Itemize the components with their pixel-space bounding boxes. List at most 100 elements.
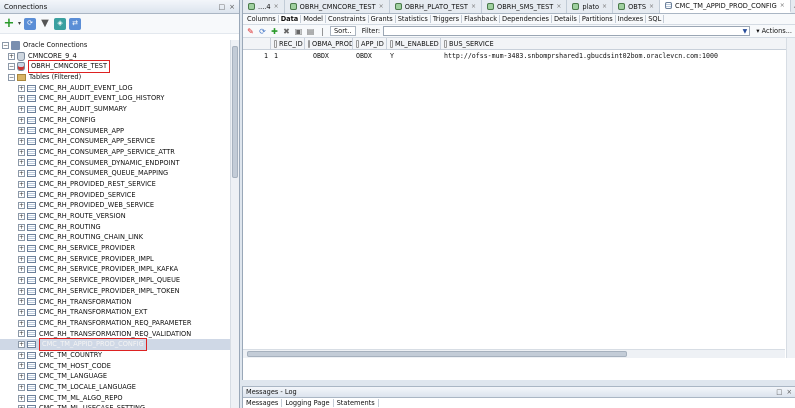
expand-icon[interactable]: + <box>18 255 25 263</box>
expand-icon[interactable]: + <box>18 148 25 156</box>
tab-constraints[interactable]: Constraints <box>326 15 369 23</box>
collapse-icon[interactable]: − <box>8 63 15 71</box>
tree-item-table[interactable]: + CMC_RH_SERVICE_PROVIDER_IMPL_KAFKA <box>0 264 230 275</box>
expand-icon[interactable]: + <box>18 138 25 146</box>
column-pin-icon[interactable] <box>308 39 310 48</box>
tree-item-table[interactable]: + CMC_RH_PROVIDED_REST_SERVICE <box>0 179 230 190</box>
tree-item[interactable]: − OBRH_CMNCORE_TEST <box>0 60 230 74</box>
document-tab[interactable]: OBTS × <box>613 0 661 13</box>
expand-icon[interactable]: + <box>8 52 15 60</box>
tree-item-table[interactable]: + CMC_RH_CONSUMER_DYNAMIC_ENDPOINT <box>0 158 230 169</box>
expand-icon[interactable]: + <box>18 170 25 178</box>
chevron-down-icon[interactable]: ▼ <box>743 28 748 35</box>
column-pin-icon[interactable] <box>390 39 393 48</box>
filter-icon[interactable]: ▼ <box>39 18 51 30</box>
scrollbar-thumb[interactable] <box>232 46 238 178</box>
expand-icon[interactable]: + <box>18 383 25 391</box>
expand-icon[interactable]: + <box>18 362 25 370</box>
expand-icon[interactable]: + <box>18 266 25 274</box>
sort-button[interactable]: Sort.. <box>330 26 356 36</box>
column-header[interactable]: APP_ID <box>353 38 387 50</box>
expand-icon[interactable]: + <box>18 212 25 220</box>
tree-item-table[interactable]: + CMC_RH_CONSUMER_APP_SERVICE_ATTR <box>0 147 230 158</box>
tree-item-table[interactable]: + CMC_RH_TRANSFORMATION <box>0 297 230 308</box>
expand-icon[interactable]: + <box>18 309 25 317</box>
grid-cell[interactable]: http://ofss-mum-3483.snbomprshared1.gbuc… <box>441 52 795 60</box>
tree-item-table[interactable]: + CMC_RH_SERVICE_PROVIDER <box>0 243 230 254</box>
close-icon[interactable]: × <box>649 3 654 10</box>
column-pin-icon[interactable] <box>274 39 277 48</box>
tree-item-table[interactable]: + CMC_TM_COUNTRY <box>0 350 230 361</box>
document-tab[interactable]: ....4 × <box>243 0 285 13</box>
tab-statements[interactable]: Statements <box>334 399 379 407</box>
close-icon[interactable]: × <box>379 3 384 10</box>
tab-logging-page[interactable]: Logging Page <box>282 399 334 407</box>
expand-icon[interactable]: + <box>18 341 25 349</box>
document-tab[interactable]: plato × <box>567 0 614 13</box>
column-pin-icon[interactable] <box>356 39 359 48</box>
grid-cell[interactable]: Y <box>387 52 441 60</box>
close-icon[interactable]: × <box>786 388 792 396</box>
tree-item-table[interactable]: +CMC_TM_ML_USECASE_SETTING <box>0 403 230 408</box>
maximize-icon[interactable]: □ <box>776 388 782 396</box>
refresh-icon[interactable]: ⟳ <box>24 17 37 30</box>
scrollbar-thumb[interactable] <box>247 351 627 357</box>
tree-item-table[interactable]: + CMC_RH_PROVIDED_SERVICE <box>0 190 230 201</box>
grid-cell[interactable]: OBDX <box>305 52 353 60</box>
tree-item-table[interactable]: + CMC_TM_LANGUAGE <box>0 371 230 382</box>
tree-item-table[interactable]: + CMC_TM_ML_ALGO_REPO <box>0 393 230 404</box>
insert-row-icon[interactable]: ✚ <box>270 27 279 36</box>
tab-columns[interactable]: Columns <box>245 15 279 23</box>
document-tab[interactable]: OBRH_CMNCORE_TEST × <box>285 0 390 13</box>
tab-partitions[interactable]: Partitions <box>580 15 616 23</box>
close-icon[interactable]: × <box>556 3 561 10</box>
grid-cell[interactable]: OBDX <box>353 52 387 60</box>
column-header[interactable]: REC_ID <box>271 38 305 50</box>
expand-icon[interactable]: + <box>18 105 25 113</box>
close-icon[interactable]: × <box>274 3 279 10</box>
expand-icon[interactable]: + <box>18 223 25 231</box>
tree-item-table[interactable]: + CMC_RH_TRANSFORMATION_EXT <box>0 307 230 318</box>
document-tab[interactable]: CMC_TM_APPID_PROD_CONFIG × <box>660 0 791 13</box>
tab-dependencies[interactable]: Dependencies <box>500 15 552 23</box>
schema-browser-icon[interactable]: ◈ <box>54 17 67 30</box>
tree-item[interactable]: − Tables (Filtered) <box>0 72 230 83</box>
expand-icon[interactable]: + <box>18 127 25 135</box>
tab-statistics[interactable]: Statistics <box>396 15 431 23</box>
tree-item-table[interactable]: + CMC_RH_ROUTE_VERSION <box>0 211 230 222</box>
expand-icon[interactable]: + <box>18 319 25 327</box>
add-connection-icon[interactable]: + <box>3 17 15 30</box>
expand-icon[interactable]: + <box>18 287 25 295</box>
close-icon[interactable]: × <box>780 2 785 9</box>
tree-item-table[interactable]: + CMC_RH_SERVICE_PROVIDER_IMPL_TOKEN <box>0 286 230 297</box>
refresh-icon[interactable]: ⟳ <box>258 27 267 36</box>
column-pin-icon[interactable] <box>444 39 447 48</box>
grid-vertical-scrollbar[interactable] <box>786 38 795 358</box>
tree-item-table[interactable]: + CMC_RH_AUDIT_SUMMARY <box>0 104 230 115</box>
tree-item-table[interactable]: + CMC_TM_LOCALE_LANGUAGE <box>0 382 230 393</box>
actions-button[interactable]: ▾ Actions... <box>756 27 792 35</box>
column-header[interactable]: BUS_SERVICE <box>441 38 795 50</box>
expand-icon[interactable]: + <box>18 394 25 402</box>
expand-icon[interactable]: + <box>18 373 25 381</box>
tree-item-table[interactable]: + CMC_RH_AUDIT_EVENT_LOG_HISTORY <box>0 93 230 104</box>
commit-icon[interactable]: ▣ <box>294 27 303 36</box>
close-icon[interactable]: × <box>602 3 607 10</box>
tab-indexes[interactable]: Indexes <box>616 15 647 23</box>
tab-triggers[interactable]: Triggers <box>431 15 463 23</box>
tree-item-table[interactable]: + CMC_RH_CONFIG <box>0 115 230 126</box>
column-header[interactable]: OBMA_PROD <box>305 38 353 50</box>
expand-icon[interactable]: + <box>18 234 25 242</box>
tree-item-table[interactable]: + CMC_RH_AUDIT_EVENT_LOG <box>0 83 230 94</box>
rollback-icon[interactable]: ▤ <box>306 27 315 36</box>
tree-item-table[interactable]: + CMC_TM_APPID_PROD_CONFIG <box>0 338 230 351</box>
collapse-icon[interactable]: − <box>8 73 15 81</box>
tree-item-table[interactable]: + CMC_RH_CONSUMER_QUEUE_MAPPING <box>0 168 230 179</box>
close-icon[interactable]: × <box>229 3 235 11</box>
tree-item-table[interactable]: + CMC_RH_ROUTING <box>0 222 230 233</box>
grid-horizontal-scrollbar[interactable] <box>243 349 785 358</box>
tab-grants[interactable]: Grants <box>369 15 396 23</box>
expand-icon[interactable]: + <box>18 116 25 124</box>
grid-cell[interactable]: 1 <box>271 52 305 60</box>
filter-input[interactable]: ▼ <box>383 26 751 36</box>
